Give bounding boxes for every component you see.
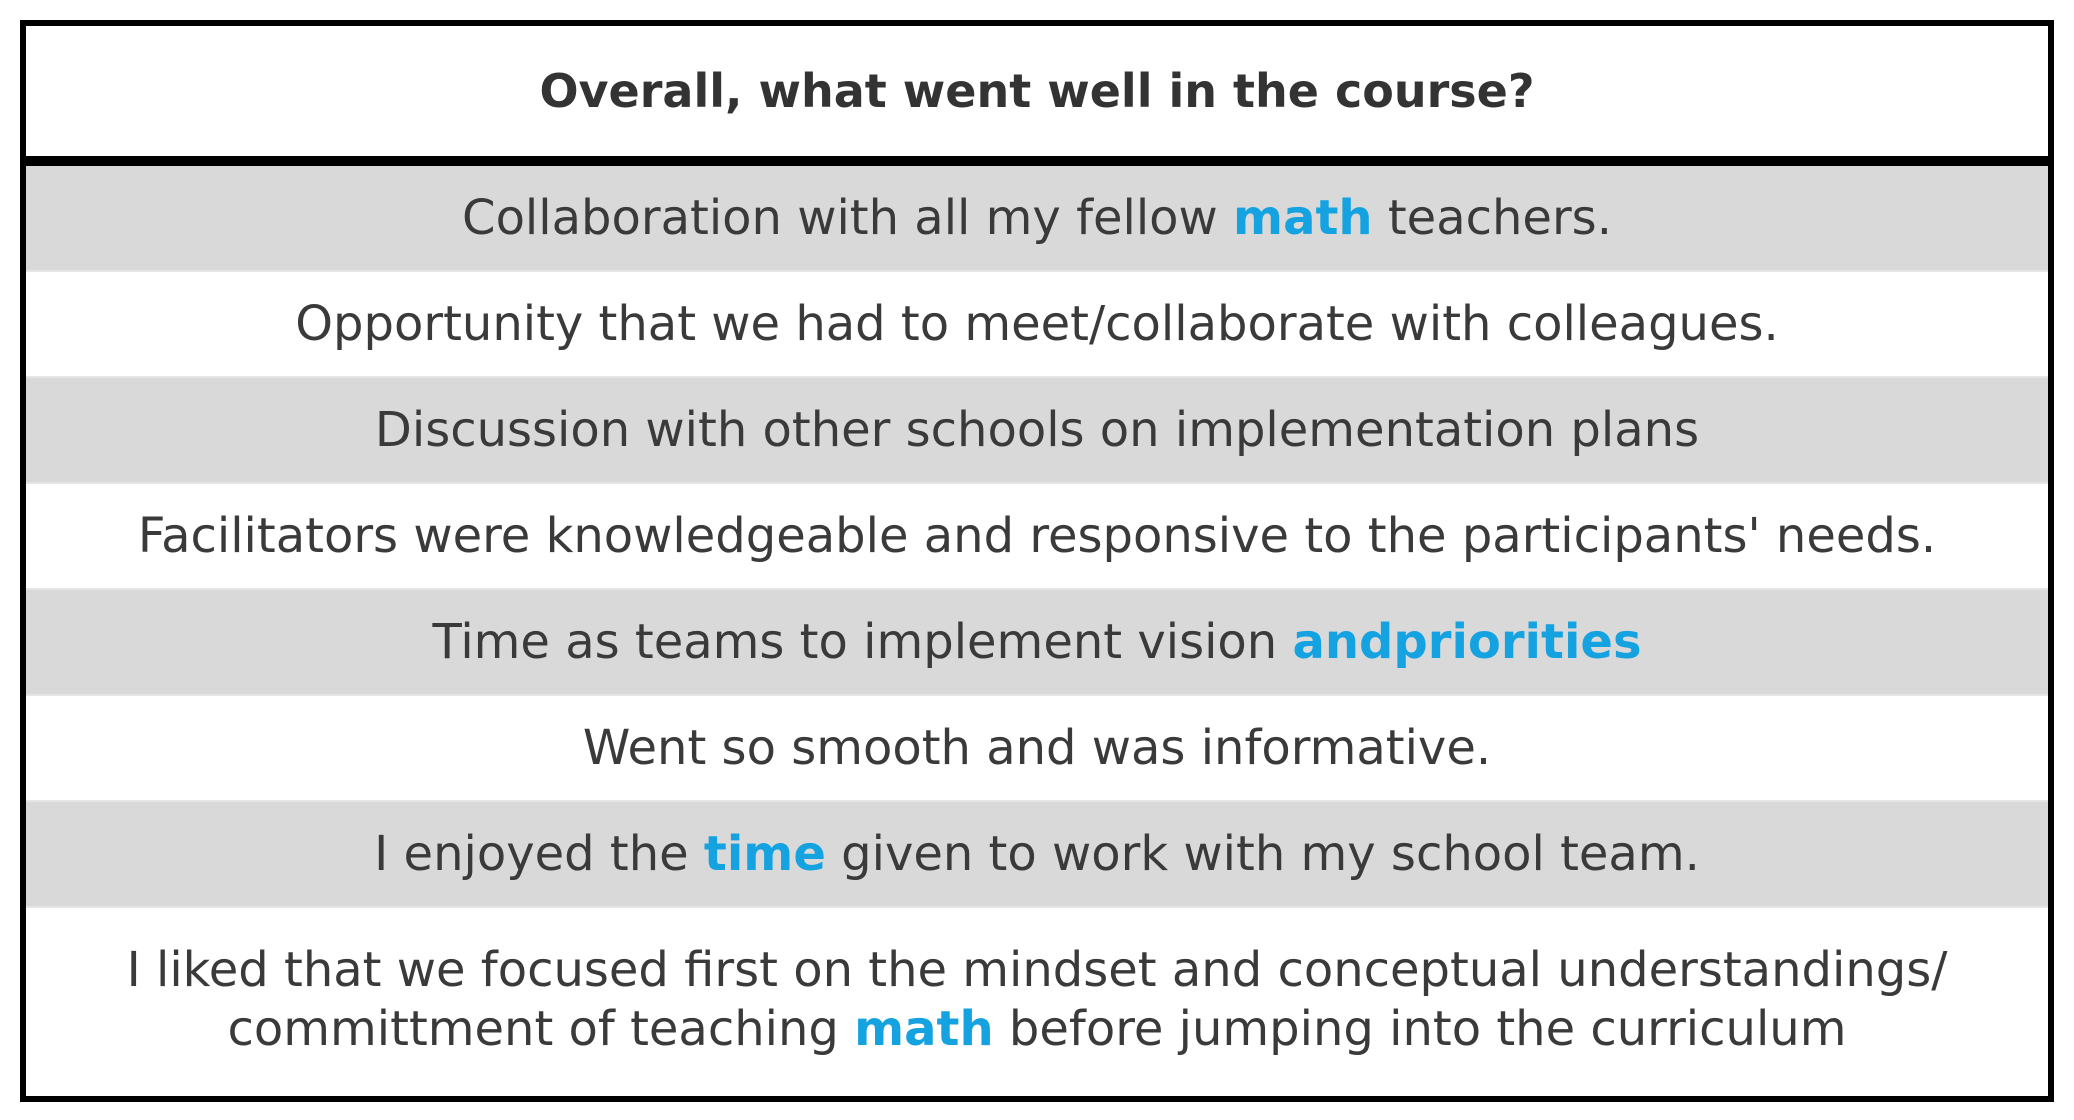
table-row: Discussion with other schools on impleme… <box>26 378 2048 484</box>
highlighted-keyword: math <box>1233 189 1373 246</box>
highlighted-keyword: math <box>854 1001 994 1057</box>
feedback-table: Overall, what went well in the course? C… <box>20 20 2054 1102</box>
highlighted-keyword: time <box>703 825 826 882</box>
row-text: Discussion with other schools on impleme… <box>374 401 1700 458</box>
table-row: Collaboration with all my fellow math te… <box>26 166 2048 272</box>
row-text: Went so smooth and was informative. <box>582 719 1492 776</box>
table-body: Collaboration with all my fellow math te… <box>26 166 2048 1092</box>
table-title: Overall, what went well in the course? <box>26 26 2048 166</box>
row-text: Collaboration with all my fellow <box>462 189 1234 246</box>
table-row: I enjoyed the time given to work with my… <box>26 802 2048 908</box>
row-text: Opportunity that we had to meet/collabor… <box>295 295 1779 352</box>
row-text-line-1: I liked that we focused first on the min… <box>126 942 1948 999</box>
table-row: Facilitators were knowledgeable and resp… <box>26 484 2048 590</box>
row-text: Time as teams to implement vision <box>432 613 1293 670</box>
row-text: I enjoyed the <box>374 825 704 882</box>
row-text: committment of teaching <box>227 1001 855 1057</box>
row-text: teachers. <box>1372 189 1612 246</box>
row-text: before jumping into the curriculum <box>993 1001 1847 1057</box>
row-text-line-2: committment of teaching math before jump… <box>127 1000 1948 1059</box>
row-text: given to work with my school team. <box>825 825 1700 882</box>
highlighted-keyword: andpriorities <box>1292 613 1642 670</box>
table-row: Time as teams to implement vision andpri… <box>26 590 2048 696</box>
row-text: Facilitators were knowledgeable and resp… <box>137 507 1937 564</box>
table-row: Went so smooth and was informative. <box>26 696 2048 802</box>
table-row: I liked that we focused first on the min… <box>26 908 2048 1092</box>
table-row: Opportunity that we had to meet/collabor… <box>26 272 2048 378</box>
